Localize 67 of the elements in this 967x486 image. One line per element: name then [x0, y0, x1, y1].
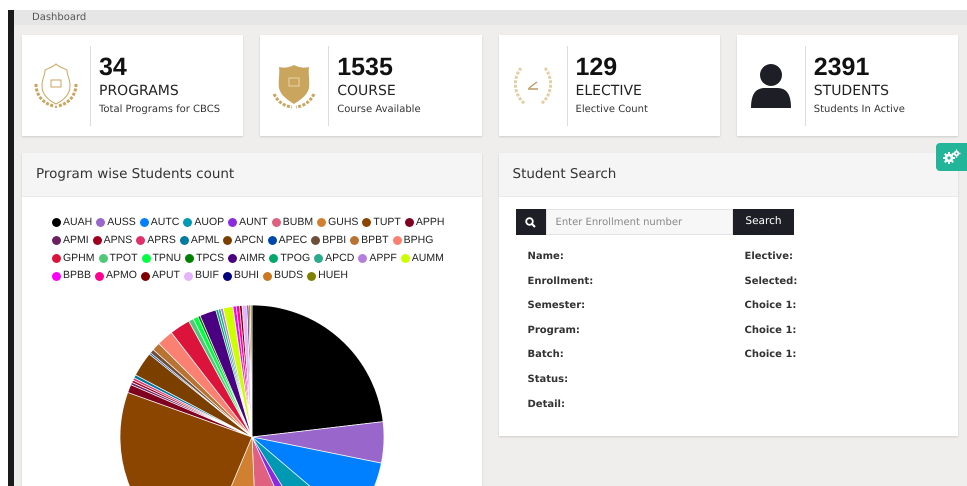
- legend-label: BUBM: [282, 215, 314, 230]
- legend-label: GPHM: [63, 250, 94, 266]
- legend-label: BUDS: [274, 268, 304, 284]
- legend-label: BPHG: [404, 232, 434, 248]
- legend-label: AUMM: [412, 250, 444, 266]
- field-label: Selected:: [744, 274, 798, 289]
- stat-value: 2391: [814, 54, 870, 82]
- legend-label: APML: [190, 232, 220, 248]
- legend-label: APUT: [152, 268, 180, 284]
- stat-subtitle: Total Programs for CBCS: [99, 102, 220, 117]
- legend-label: APCN: [234, 232, 264, 248]
- legend-label: BUHI: [234, 268, 259, 284]
- breadcrumb[interactable]: Dashboard: [32, 10, 86, 25]
- stat-title: PROGRAMS: [99, 82, 180, 100]
- legend-label: TPCS: [196, 250, 224, 266]
- field-label: Enrollment:: [528, 274, 594, 289]
- legend-label: BPBI: [322, 232, 346, 248]
- stat-title: ELECTIVE: [576, 82, 643, 100]
- field-label: Choice 1:: [744, 324, 798, 338]
- legend-label: BPBT: [361, 232, 389, 248]
- settings-icon: [942, 149, 960, 165]
- card-title: Program wise Students count: [36, 165, 234, 184]
- field-label: Semester:: [528, 299, 586, 314]
- stat-value: 1535: [337, 54, 394, 82]
- stat-title: STUDENTS: [814, 82, 890, 100]
- stat-subtitle: Course Available: [337, 102, 421, 117]
- legend-label: TPNU: [152, 250, 182, 266]
- legend-label: APEC: [278, 232, 308, 248]
- field-label: Choice 1:: [744, 348, 798, 362]
- legend-label: APNS: [104, 232, 132, 248]
- legend-label: HUEH: [318, 268, 348, 284]
- field-label: Detail:: [528, 398, 566, 412]
- field-label: Elective:: [744, 250, 794, 264]
- legend-label: APPH: [416, 215, 444, 230]
- field-label: Name:: [528, 250, 565, 264]
- legend-label: GUHS: [328, 215, 358, 230]
- legend-label: AUAH: [63, 215, 92, 230]
- field-label: Choice 1:: [744, 299, 798, 314]
- user-icon: [748, 62, 793, 110]
- legend-label: AUTC: [150, 215, 180, 230]
- legend-label: APCD: [325, 250, 354, 266]
- legend-label: BPBB: [63, 268, 92, 284]
- legend-label: TPOG: [280, 250, 310, 266]
- field-label: Program:: [528, 324, 581, 338]
- search-icon: [516, 209, 546, 235]
- legend-label: TUPT: [373, 215, 401, 230]
- stat-value: 34: [99, 54, 128, 82]
- search-button[interactable]: Search: [733, 209, 794, 235]
- settings-button[interactable]: [936, 143, 967, 171]
- field-label: Status:: [528, 372, 570, 387]
- legend-label: AIMR: [239, 250, 266, 266]
- stat-title: COURSE: [337, 82, 397, 100]
- stat-subtitle: Students In Active: [814, 102, 905, 117]
- legend-label: APRS: [147, 232, 176, 248]
- legend-label: APMI: [63, 232, 89, 248]
- field-label: Batch:: [528, 348, 565, 362]
- card-title: Student Search: [512, 165, 616, 184]
- legend-label: APPF: [369, 250, 397, 266]
- legend-label: TPOT: [110, 250, 138, 266]
- stat-value: 129: [576, 54, 618, 82]
- legend-label: AUNT: [239, 215, 268, 230]
- legend-label: AUOP: [194, 215, 224, 230]
- enrollment-field[interactable]: Enter Enrollment number: [546, 209, 734, 235]
- legend-label: BUIF: [194, 268, 219, 284]
- stat-subtitle: Elective Count: [576, 102, 648, 117]
- legend-label: APMO: [106, 268, 137, 284]
- legend-label: AUSS: [107, 215, 136, 230]
